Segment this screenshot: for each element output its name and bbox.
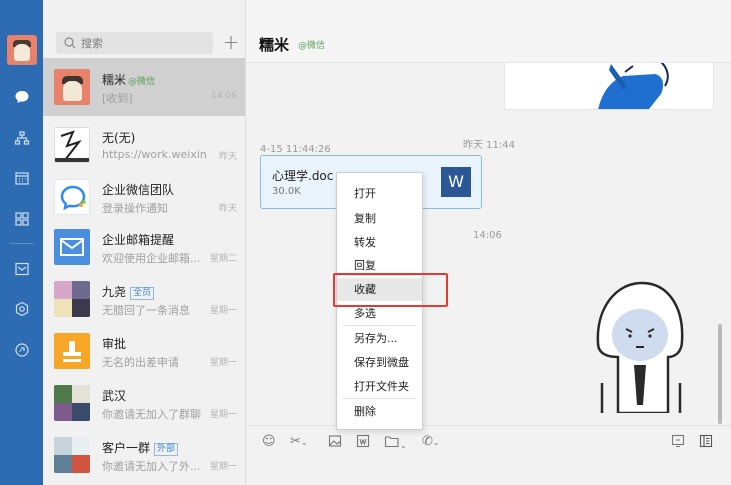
conversation-name: 企业邮箱提醒 bbox=[102, 233, 175, 247]
conversation-name: 企业微信团队 bbox=[102, 183, 175, 197]
conversation-time: 星期一 bbox=[209, 358, 237, 368]
conversation-preview: 无名的出差申请 bbox=[102, 356, 179, 369]
avatar bbox=[54, 333, 90, 369]
conversation-name: 客户一群 bbox=[102, 441, 151, 455]
conversation-name: 糯米 bbox=[102, 73, 127, 87]
conversation-item[interactable]: 九尧 全员 无腊回了一条消息 星期一 bbox=[43, 270, 245, 328]
conversation-time: 14:06 bbox=[211, 91, 237, 101]
conversation-time: 星期一 bbox=[209, 462, 237, 472]
avatar bbox=[54, 69, 90, 105]
conversation-preview: 你邀请无加入了群聊 bbox=[102, 408, 201, 421]
conversation-name: 无(无) bbox=[102, 131, 136, 145]
calendar-icon[interactable] bbox=[11, 167, 33, 189]
emoji-icon[interactable]: ☺ bbox=[262, 434, 276, 450]
conversation-preview: https://work.weixin.... bbox=[102, 148, 207, 161]
input-toolbar: ☺ ✂⌄ ⌄ ✆⌄ bbox=[246, 425, 731, 458]
search-box[interactable] bbox=[56, 32, 213, 54]
avatar bbox=[54, 281, 90, 317]
timestamp: 14:06 bbox=[473, 230, 502, 241]
menu-item-copy[interactable]: 复制 bbox=[337, 207, 422, 230]
conversation-name: 审批 bbox=[102, 337, 127, 351]
avatar bbox=[54, 229, 90, 265]
avatar bbox=[54, 437, 90, 473]
cube-icon[interactable] bbox=[11, 298, 33, 320]
conversation-time: 星期一 bbox=[209, 410, 237, 420]
mail-icon[interactable] bbox=[11, 258, 33, 280]
menu-item-open[interactable]: 打开 bbox=[337, 182, 422, 205]
menu-item-delete[interactable]: 删除 bbox=[337, 400, 422, 423]
conversation-item[interactable]: 审批 无名的出差申请 星期一 bbox=[43, 322, 245, 380]
conversation-item[interactable]: 企业邮箱提醒 欢迎使用企业邮箱... 星期二 bbox=[43, 218, 245, 276]
word-file-icon[interactable] bbox=[356, 434, 370, 450]
menu-item-save-to-drive[interactable]: 保存到微盘 bbox=[337, 351, 422, 374]
menu-item-open-folder[interactable]: 打开文件夹 bbox=[337, 375, 422, 398]
org-chart-icon[interactable] bbox=[11, 127, 33, 149]
conversation-name: 武汉 bbox=[102, 389, 127, 403]
conversation-time: 昨天 bbox=[218, 204, 237, 214]
conversation-preview: 无腊回了一条消息 bbox=[102, 304, 190, 317]
my-avatar[interactable] bbox=[7, 35, 37, 65]
folder-icon[interactable]: ⌄ bbox=[384, 434, 407, 450]
menu-item-forward[interactable]: 转发 bbox=[337, 231, 422, 254]
avatar bbox=[54, 385, 90, 421]
scissors-icon[interactable]: ✂⌄ bbox=[290, 434, 308, 450]
conversation-item[interactable]: 武汉 你邀请无加入了群聊 星期一 bbox=[43, 374, 245, 432]
timestamp: 4-15 11:44:26 bbox=[260, 144, 331, 155]
search-icon bbox=[64, 37, 76, 49]
app-window: + 糯米@微信 [收到] 14:06 无(无) https://work.wei… bbox=[0, 0, 731, 485]
conversation-name: 九尧 bbox=[102, 285, 127, 299]
conversation-list: + 糯米@微信 [收到] 14:06 无(无) https://work.wei… bbox=[43, 0, 246, 485]
menu-divider bbox=[343, 398, 416, 399]
conversation-preview: 登录操作通知 bbox=[102, 202, 168, 215]
nav-rail bbox=[0, 0, 43, 485]
avatar bbox=[54, 179, 90, 215]
menu-divider bbox=[343, 325, 416, 326]
rail-divider bbox=[10, 243, 34, 244]
chat-scrollbar[interactable] bbox=[718, 324, 722, 424]
word-file-icon: W bbox=[441, 167, 471, 197]
conversation-item[interactable]: 糯米 @微信 [收到] 14:06 bbox=[43, 58, 245, 116]
all-staff-badge: 全员 bbox=[130, 287, 155, 300]
conversation-preview: [收到] bbox=[102, 92, 133, 105]
phone-icon[interactable]: ✆⌄ bbox=[422, 434, 440, 450]
conversation-time: 昨天 bbox=[218, 152, 237, 162]
link-icon[interactable] bbox=[11, 339, 33, 361]
wechat-tag: @微信 bbox=[298, 41, 326, 51]
history-icon[interactable] bbox=[699, 434, 713, 450]
search-input[interactable] bbox=[81, 35, 206, 51]
conversation-time: 星期一 bbox=[209, 306, 237, 316]
image-icon[interactable] bbox=[328, 434, 342, 450]
conversation-item[interactable]: 客户一群 外部 你邀请无加入了外... 星期一 bbox=[43, 426, 245, 484]
timestamp: 昨天 11:44 bbox=[463, 140, 515, 151]
external-badge: 外部 bbox=[154, 443, 179, 456]
conversation-item[interactable]: 无(无) https://work.weixin.... 昨天 bbox=[43, 116, 245, 174]
menu-item-save-as[interactable]: 另存为... bbox=[337, 327, 422, 350]
chat-panel: 糯米 @微信 昨天 11:44 4-15 11:44:26 心理学.doc 30… bbox=[246, 0, 731, 485]
conversation-time: 星期二 bbox=[209, 254, 237, 264]
screenshot-icon[interactable] bbox=[671, 434, 685, 450]
file-name: 心理学.doc bbox=[272, 169, 334, 183]
chat-bubble-icon[interactable] bbox=[11, 86, 33, 108]
chat-title: 糯米 bbox=[259, 36, 290, 54]
avatar bbox=[54, 127, 90, 163]
message-area[interactable]: 昨天 11:44 4-15 11:44:26 心理学.doc 30.0K W 1… bbox=[246, 63, 731, 425]
conversation-preview: 欢迎使用企业邮箱... bbox=[102, 252, 201, 265]
image-message[interactable] bbox=[504, 63, 714, 110]
annotation-highlight bbox=[333, 273, 448, 307]
file-size: 30.0K bbox=[272, 186, 301, 197]
conversation-preview: 你邀请无加入了外... bbox=[102, 460, 201, 473]
chat-header: 糯米 @微信 bbox=[246, 0, 731, 63]
sticker-message[interactable] bbox=[588, 273, 693, 415]
wechat-tag: @微信 bbox=[128, 77, 156, 87]
apps-grid-icon[interactable] bbox=[11, 208, 33, 230]
add-button[interactable]: + bbox=[221, 32, 241, 54]
